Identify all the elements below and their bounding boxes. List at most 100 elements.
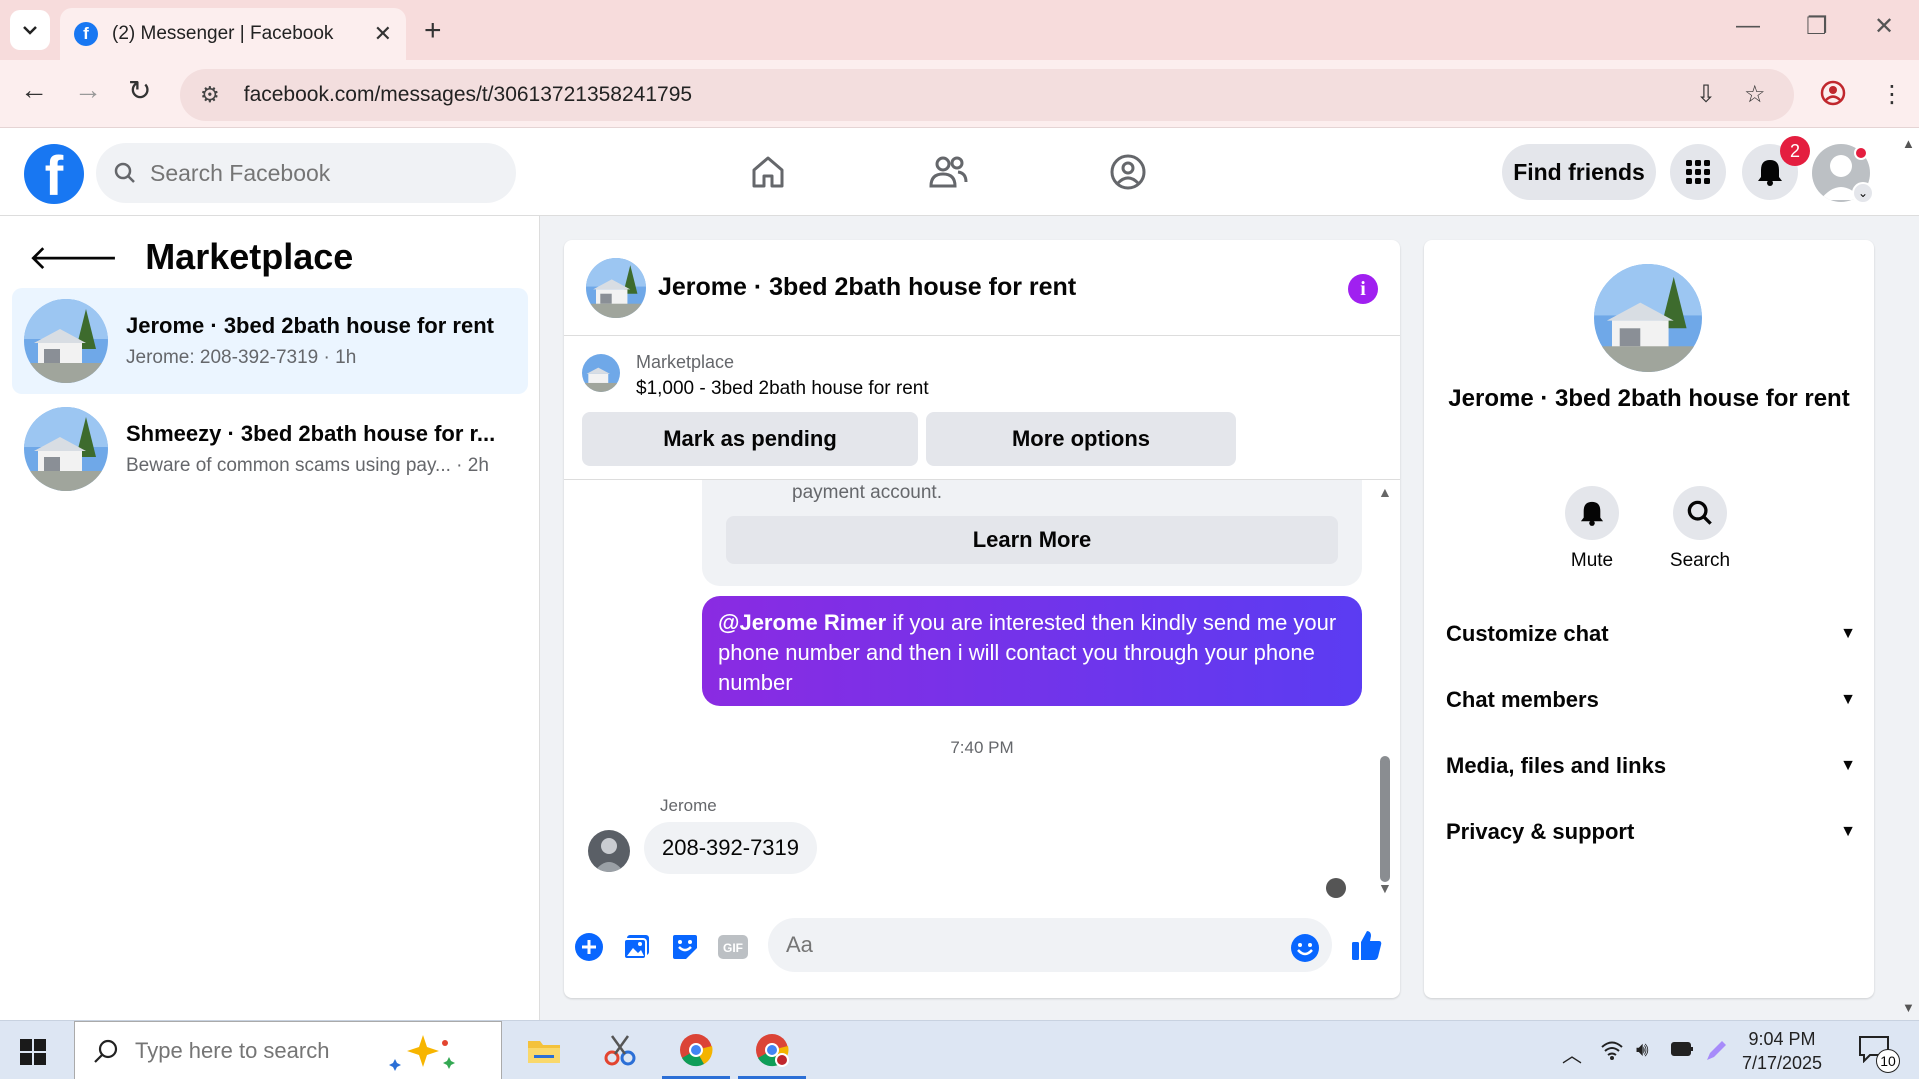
conversation-info-pane: Jerome · 3bed 2bath house for rent Mute … bbox=[1424, 240, 1874, 998]
facebook-favicon-icon: f bbox=[74, 22, 98, 46]
sidebar-header: 🡐 Marketplace bbox=[28, 236, 353, 278]
taskbar-clock[interactable]: 9:04 PM 7/17/2025 bbox=[1732, 1027, 1832, 1075]
conversation-avatar[interactable] bbox=[1594, 264, 1702, 372]
chevron-down-icon: ▼ bbox=[1840, 757, 1856, 774]
conversation-name: Shmeezy · 3bed 2bath house for r... bbox=[126, 421, 496, 446]
pen-icon[interactable] bbox=[1704, 1039, 1728, 1069]
scam-warning-card: payment account. Learn More bbox=[702, 480, 1362, 586]
photo-icon[interactable] bbox=[620, 930, 654, 964]
taskbar-search[interactable] bbox=[74, 1021, 502, 1079]
browser-tab-messenger[interactable]: f (2) Messenger | Facebook ✕ bbox=[60, 8, 406, 60]
outgoing-message[interactable]: @Jerome Rimer if you are interested then… bbox=[702, 596, 1362, 706]
message-composer: GIF bbox=[564, 916, 1400, 986]
install-app-icon[interactable]: ⇩ bbox=[1696, 80, 1716, 109]
chrome-menu-icon[interactable]: ⋮ bbox=[1880, 80, 1904, 109]
house-avatar bbox=[24, 407, 108, 491]
tab-search-button[interactable] bbox=[10, 10, 50, 50]
conversation-item-jerome[interactable]: Jerome · 3bed 2bath house for rent Jerom… bbox=[12, 288, 528, 394]
chevron-down-icon: ▼ bbox=[1840, 823, 1856, 840]
house-avatar bbox=[24, 299, 108, 383]
facebook-search-input[interactable] bbox=[150, 159, 490, 187]
file-explorer-icon[interactable] bbox=[520, 1027, 568, 1073]
message-input[interactable] bbox=[768, 918, 1332, 972]
back-arrow-icon[interactable]: 🡐 bbox=[28, 237, 119, 278]
seen-receipt-avatar bbox=[1326, 878, 1346, 898]
restore-window-icon[interactable]: ❐ bbox=[1806, 12, 1828, 41]
message-scrollbar[interactable] bbox=[1380, 756, 1390, 882]
scroll-down-arrow-icon[interactable]: ▼ bbox=[1378, 880, 1392, 896]
emoji-icon[interactable] bbox=[1288, 931, 1322, 965]
scroll-up-arrow-icon[interactable]: ▲ bbox=[1378, 484, 1392, 500]
svg-text:GIF: GIF bbox=[723, 941, 743, 955]
listing-title[interactable]: $1,000 - 3bed 2bath house for rent bbox=[636, 378, 929, 400]
groups-icon[interactable] bbox=[1106, 150, 1150, 194]
show-hidden-icons-chevron-icon[interactable]: ︿ bbox=[1562, 1039, 1582, 1068]
new-tab-button[interactable]: + bbox=[424, 14, 442, 48]
profile-alert-dot bbox=[1854, 146, 1868, 160]
search-label: Search bbox=[1669, 550, 1731, 571]
mention[interactable]: @Jerome Rimer bbox=[718, 610, 886, 635]
media-files-links-section[interactable]: Media, files and links ▼ bbox=[1446, 738, 1856, 794]
friends-icon[interactable] bbox=[926, 150, 970, 194]
browser-toolbar: ← → ↻ ⚙ facebook.com/messages/t/30613721… bbox=[0, 60, 1919, 128]
menu-grid-icon[interactable] bbox=[1670, 144, 1726, 200]
back-arrow-icon[interactable]: ← bbox=[20, 74, 48, 106]
url-text[interactable]: facebook.com/messages/t/3061372135824179… bbox=[244, 83, 692, 107]
house-avatar[interactable] bbox=[586, 257, 646, 318]
chat-title[interactable]: Jerome · 3bed 2bath house for rent bbox=[658, 273, 1076, 302]
forward-arrow-icon[interactable]: → bbox=[74, 74, 102, 106]
conversation-preview: Beware of common scams using pay... · 2h bbox=[126, 455, 489, 476]
volume-icon[interactable]: 🔊︎ bbox=[1636, 1039, 1649, 1062]
close-tab-icon[interactable]: ✕ bbox=[374, 21, 392, 47]
close-window-icon[interactable]: ✕ bbox=[1874, 12, 1894, 41]
more-options-button[interactable]: More options bbox=[926, 412, 1236, 466]
conversation-item-shmeezy[interactable]: Shmeezy · 3bed 2bath house for r... Bewa… bbox=[12, 396, 528, 502]
mark-as-pending-button[interactable]: Mark as pending bbox=[582, 412, 918, 466]
message-list[interactable]: payment account. Learn More @Jerome Rime… bbox=[564, 480, 1400, 900]
gif-icon[interactable]: GIF bbox=[716, 930, 750, 964]
minimize-window-icon[interactable]: — bbox=[1736, 12, 1760, 40]
sidebar-title: Marketplace bbox=[145, 236, 354, 277]
address-bar[interactable]: ⚙ facebook.com/messages/t/30613721358241… bbox=[180, 69, 1794, 121]
scam-warning-text: payment account. bbox=[792, 482, 942, 503]
home-icon[interactable] bbox=[746, 150, 790, 194]
conversation-preview: Jerome: 208-392-7319 · 1h bbox=[126, 347, 357, 368]
listing-thumbnail[interactable] bbox=[582, 354, 620, 392]
thumbs-up-icon[interactable] bbox=[1350, 928, 1384, 962]
customize-chat-section[interactable]: Customize chat ▼ bbox=[1446, 606, 1856, 662]
site-info-icon[interactable]: ⚙ bbox=[200, 82, 220, 108]
account-chevron-icon[interactable]: ⌄ bbox=[1852, 182, 1874, 204]
wifi-icon[interactable] bbox=[1600, 1039, 1624, 1067]
page-scroll-up-icon[interactable]: ▲ bbox=[1902, 136, 1915, 151]
privacy-support-section[interactable]: Privacy & support ▼ bbox=[1446, 804, 1856, 860]
sticker-icon[interactable] bbox=[668, 930, 702, 964]
page-scroll-down-icon[interactable]: ▼ bbox=[1902, 1000, 1915, 1015]
marketplace-label: Marketplace bbox=[636, 352, 735, 372]
mute-button[interactable]: Mute bbox=[1552, 486, 1632, 572]
action-center-icon[interactable]: 10 bbox=[1858, 1035, 1900, 1073]
taskbar-search-input[interactable] bbox=[135, 1037, 385, 1064]
info-icon[interactable]: i bbox=[1348, 274, 1378, 304]
facebook-logo-icon[interactable]: f bbox=[24, 144, 84, 204]
chrome-profile-icon[interactable] bbox=[1820, 80, 1846, 113]
snipping-tool-icon[interactable] bbox=[596, 1027, 644, 1073]
facebook-search[interactable] bbox=[96, 143, 516, 203]
bookmark-star-icon[interactable]: ☆ bbox=[1744, 80, 1766, 109]
chrome-taskbar-icon[interactable] bbox=[662, 1027, 730, 1079]
chat-members-section[interactable]: Chat members ▼ bbox=[1446, 672, 1856, 728]
search-conversation-button[interactable]: Search bbox=[1660, 486, 1740, 572]
notification-badge: 2 bbox=[1780, 136, 1810, 166]
browser-tabstrip: f (2) Messenger | Facebook ✕ + — ❐ ✕ bbox=[0, 0, 1919, 60]
find-friends-button[interactable]: Find friends bbox=[1502, 144, 1656, 200]
chrome-profile-taskbar-icon[interactable] bbox=[738, 1027, 806, 1079]
learn-more-button[interactable]: Learn More bbox=[726, 516, 1338, 564]
incoming-message[interactable]: 208-392-7319 bbox=[644, 822, 818, 874]
conversation-info-title: Jerome · 3bed 2bath house for rent bbox=[1448, 385, 1850, 412]
battery-icon[interactable] bbox=[1670, 1039, 1694, 1065]
sender-avatar[interactable] bbox=[588, 830, 630, 872]
windows-start-icon[interactable] bbox=[20, 1039, 46, 1065]
section-label: Chat members bbox=[1446, 687, 1599, 712]
section-label: Customize chat bbox=[1446, 621, 1609, 646]
plus-circle-icon[interactable] bbox=[572, 930, 606, 964]
reload-icon[interactable]: ↻ bbox=[128, 74, 151, 107]
